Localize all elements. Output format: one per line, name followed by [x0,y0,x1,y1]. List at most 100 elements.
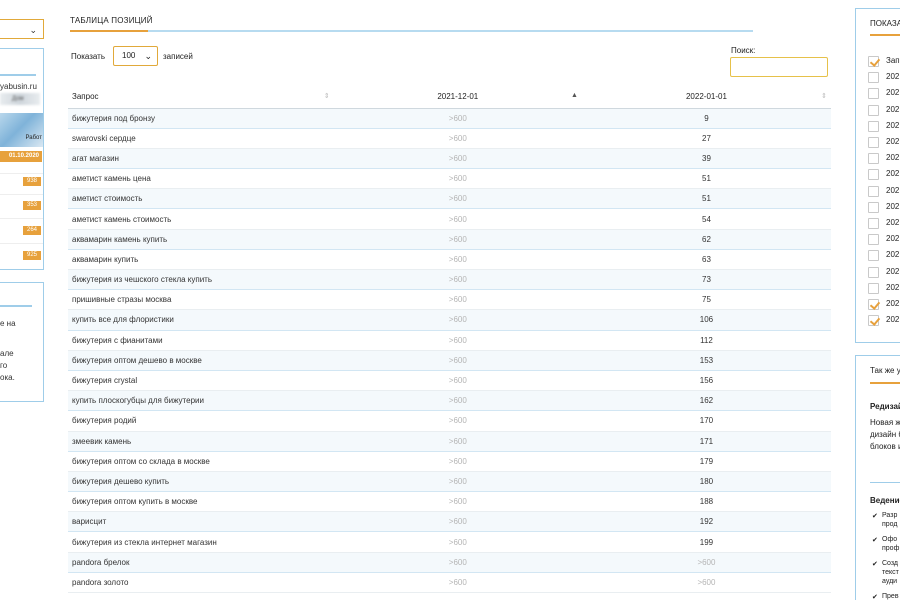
check-icon: ✔ [872,594,878,600]
column-toggle[interactable]: 202 [868,104,900,117]
checkbox[interactable] [868,282,879,294]
checkbox-label: 202 [886,169,900,179]
position-cell: 179 [581,451,831,472]
query-cell: аквамарин купить [68,249,334,271]
query-cell: pandora брелок [68,551,334,573]
check-icon: ✔ [872,561,878,568]
position-cell: 62 [581,228,831,250]
table-row: аквамарин камень купить >600 62 [68,228,831,250]
left-dropdown[interactable]: ⌄ [0,19,44,39]
column-toggle[interactable]: 202 [868,201,900,214]
service-item: прод [882,521,898,528]
query-cell: бижутерия дешево купить [68,470,334,493]
check-icon: ✔ [872,537,878,544]
table-row: бижутерия crystal >600 156 [68,370,831,392]
checkbox[interactable] [868,218,879,229]
position-cell: >600 [333,268,582,291]
query-cell: аквамарин камень купить [68,228,334,250]
column-toggle[interactable]: 202 [868,169,900,181]
site-name[interactable]: yabusin.ru [0,82,37,91]
column-toggle[interactable]: 202 [868,218,900,230]
position-cell: >600 [333,228,582,250]
position-cell: >600 [333,168,582,190]
site-screenshot[interactable]: Работ [0,113,43,147]
info-text: е на [0,319,16,328]
column-toggle[interactable]: 202 [868,266,900,279]
query-cell: бижутерия родий [68,410,334,432]
checkbox[interactable] [868,137,879,148]
columns-visibility-panel: ПОКАЗА Зап 202 202 202 202 202 202 202 202 202 202… [855,8,900,343]
position-cell: >600 [333,511,582,533]
divider [0,243,43,244]
title-underline [870,34,900,36]
position-cell: 75 [581,289,831,311]
checkbox[interactable] [868,72,879,84]
position-cell: >600 [333,531,582,553]
position-cell: >600 [333,390,582,412]
checkbox[interactable] [868,88,879,100]
position-cell: >600 [333,147,582,170]
position-cell: 27 [581,128,831,149]
checkbox-label: 202 [886,72,900,82]
table-row: бижутерия оптом со склада в москве >600 17… [68,451,831,472]
column-toggle[interactable]: 202 [868,282,900,295]
query-cell: аметист стоимость [68,188,334,210]
checkbox[interactable] [868,315,879,327]
page-length-select[interactable]: 100 ⌄ [113,46,158,66]
column-header-date-2[interactable]: 2022-01-01 ⇕ [581,86,831,109]
checkbox[interactable] [868,120,879,132]
left-site-panel: yabusin.ru Дом Работ 01.10.2020 938 353 … [0,48,44,270]
checkbox[interactable] [868,153,879,165]
search-input[interactable] [730,57,828,77]
checkbox[interactable] [868,250,879,262]
query-cell: бижутерия из чешского стекла купить [68,268,334,291]
table-row: бижутерия оптом купить в москве >600 188 [68,491,831,513]
column-toggle[interactable]: 202 [868,120,900,133]
table-row: агат магазин >600 39 [68,147,831,170]
table-row: бижутерия дешево купить >600 180 [68,470,831,493]
table-row: pandora брелок >600 >600 [68,551,831,573]
column-toggle[interactable]: Зап [868,56,900,68]
checkbox[interactable] [868,299,879,310]
panel-title: Так же у [870,366,900,375]
table-row: бижутерия родий >600 170 [68,410,831,432]
divider [0,305,32,307]
left-info-panel: е на але го ока. [0,282,44,402]
table-row: бижутерия под бронзу >600 9 [68,107,831,129]
service-item: ✔ Разр [872,512,898,520]
checkbox[interactable] [868,266,879,278]
position-cell: >600 [333,470,582,493]
position-cell: 188 [581,491,831,513]
table-row: пришивные стразы москва >600 75 [68,289,831,311]
column-toggle[interactable]: 202 [868,88,900,100]
checkbox[interactable] [868,104,879,116]
show-suffix-label: записей [163,52,193,61]
checkbox[interactable] [868,201,879,213]
checkbox[interactable] [868,56,879,67]
query-cell: пришивные стразы москва [68,289,334,311]
position-cell: >600 [333,349,582,371]
checkbox-label: 202 [886,315,900,325]
column-header-date-1[interactable]: 2021-12-01 ▲ [333,86,582,109]
stat-badge: 353 [23,201,41,210]
checkbox[interactable] [868,234,879,246]
checkbox[interactable] [868,185,879,197]
column-toggle[interactable]: 202 [868,185,900,198]
table-row: бижутерия из чешского стекла купить >600 7… [68,268,831,291]
column-toggle[interactable]: 202 [868,72,900,84]
column-toggle[interactable]: 202 [868,315,900,327]
checkbox-label: 202 [886,120,900,130]
column-toggle[interactable]: 202 [868,299,900,311]
checkbox-label: 202 [886,104,900,114]
position-cell: 39 [581,147,831,170]
column-header-query[interactable]: Запрос ⇕ [68,86,334,109]
table-row: pandora золото >600 >600 [68,572,831,594]
column-toggle[interactable]: 202 [868,250,900,262]
info-text: ока. [0,373,15,382]
query-cell: бижутерия crystal [68,370,334,392]
column-toggle[interactable]: 202 [868,153,900,165]
checkbox-label: 202 [886,137,900,146]
column-toggle[interactable]: 202 [868,234,900,246]
checkbox[interactable] [868,169,879,181]
column-toggle[interactable]: 202 [868,137,900,149]
